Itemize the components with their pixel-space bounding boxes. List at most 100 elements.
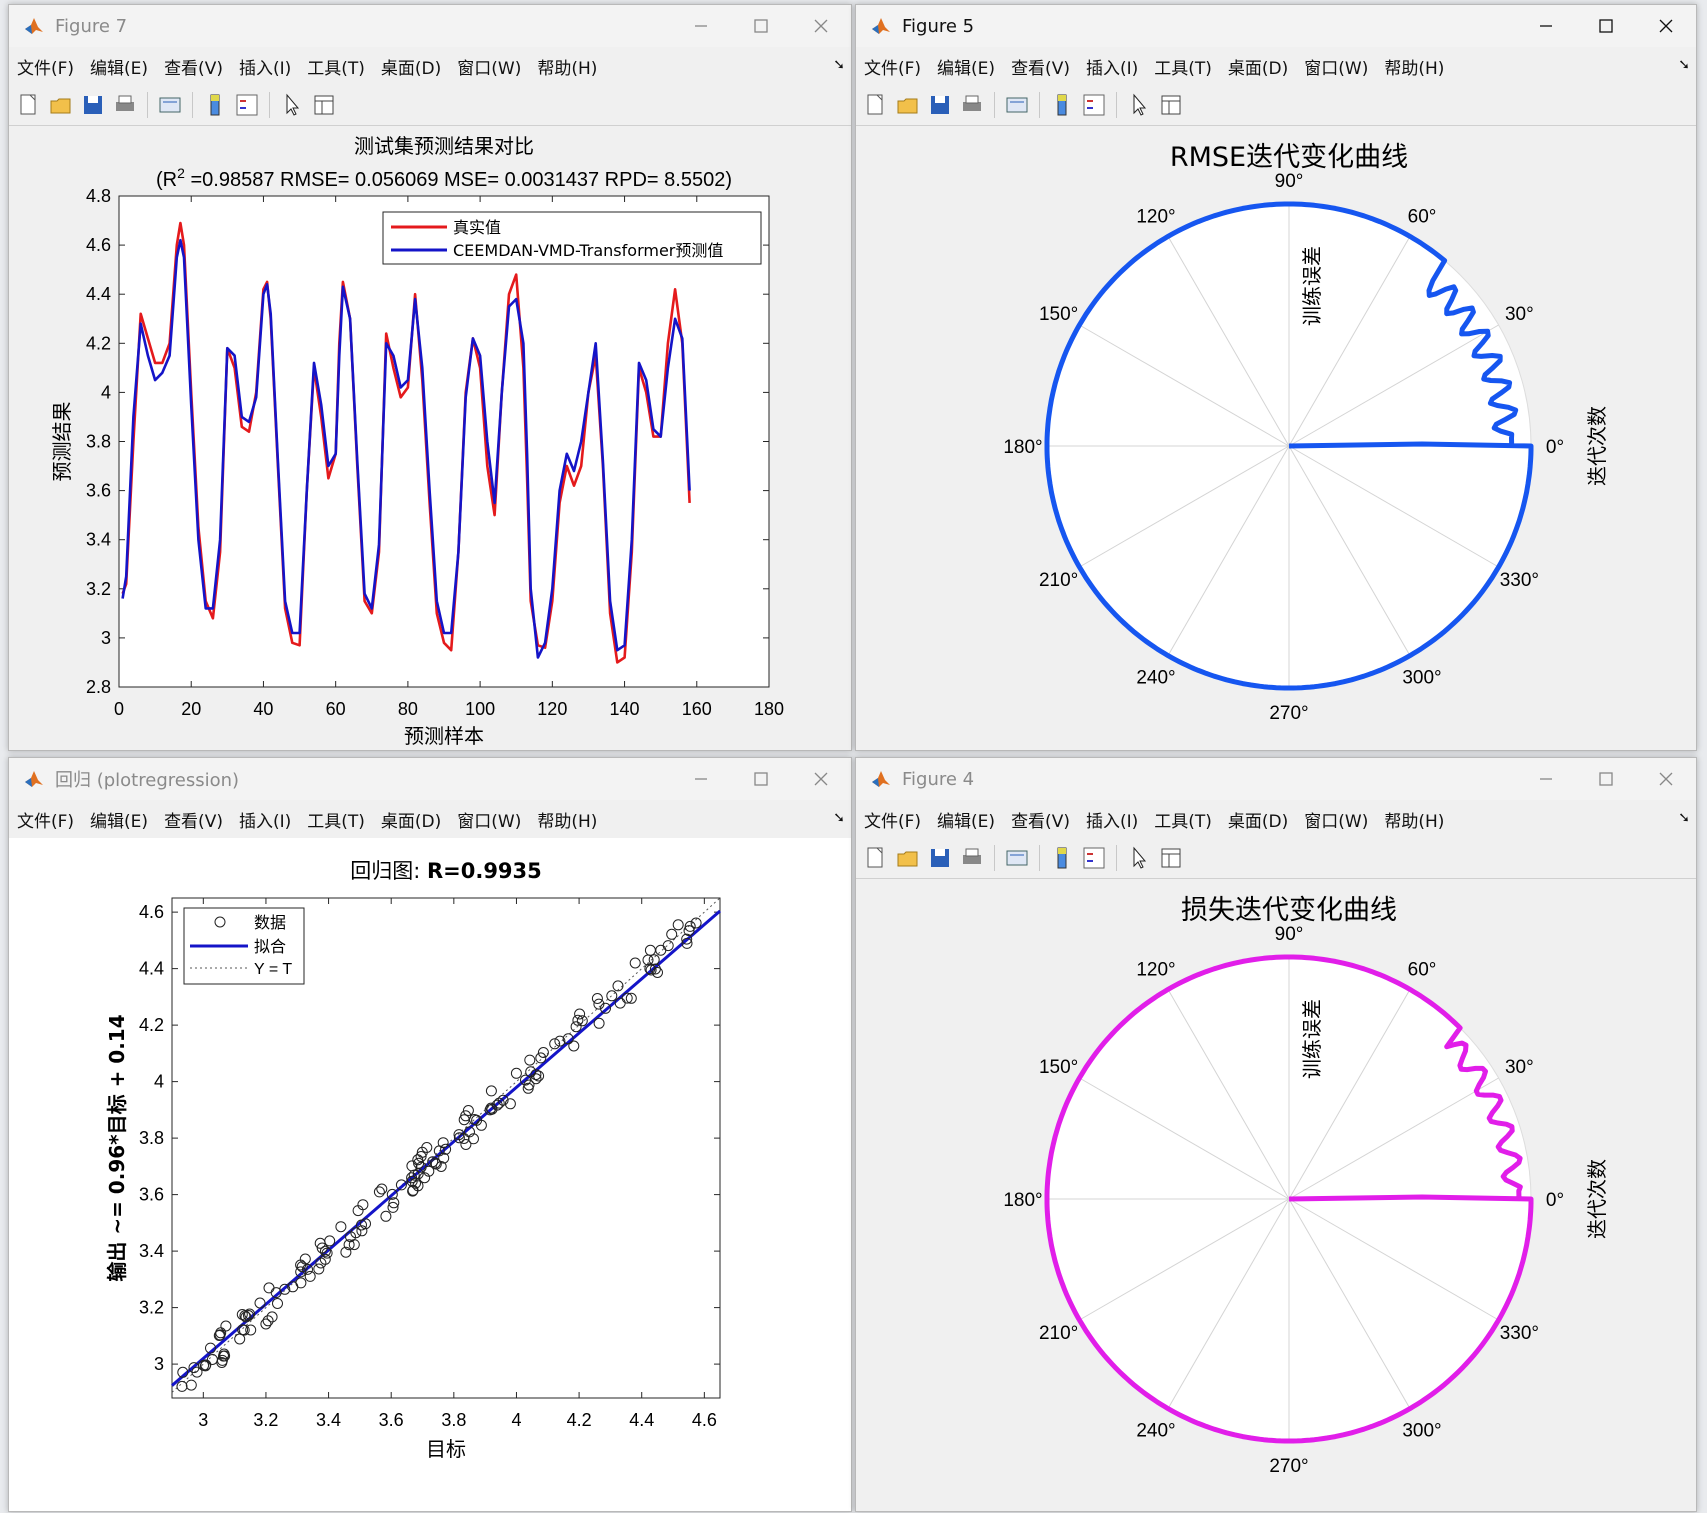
menu-tools[interactable]: 工具(T) [1154, 807, 1212, 832]
menu-help[interactable]: 帮助(H) [537, 807, 597, 832]
figure5-title: Figure 5 [902, 15, 975, 37]
x-tick-label: 4.4 [629, 1410, 654, 1430]
open-file-button[interactable] [895, 845, 921, 871]
print-button[interactable] [959, 845, 985, 871]
pointer-button[interactable] [279, 92, 305, 118]
save-button[interactable] [927, 92, 953, 118]
print-button[interactable] [112, 92, 138, 118]
angle-tick-label: 300° [1402, 1420, 1441, 1441]
menu-view[interactable]: 查看(V) [164, 807, 223, 832]
link-plot-button[interactable] [1004, 92, 1030, 118]
menu-view[interactable]: 查看(V) [1011, 807, 1070, 832]
legend-button[interactable] [1081, 845, 1107, 871]
figure7-titlebar[interactable]: Figure 7 [9, 5, 851, 47]
legend-label: CEEMDAN-VMD-Transformer预测值 [453, 241, 723, 260]
menubar-dock-icon[interactable]: ➘ [1678, 810, 1690, 826]
save-button[interactable] [927, 845, 953, 871]
print-button[interactable] [959, 92, 985, 118]
menu-window[interactable]: 窗口(W) [457, 54, 521, 79]
menu-help[interactable]: 帮助(H) [537, 54, 597, 79]
pointer-button[interactable] [1126, 845, 1152, 871]
menu-edit[interactable]: 编辑(E) [90, 807, 148, 832]
minimize-button[interactable] [671, 758, 731, 800]
close-button[interactable] [791, 5, 851, 47]
colorbar-button[interactable] [1049, 92, 1075, 118]
menu-insert[interactable]: 插入(I) [239, 807, 291, 832]
menu-edit[interactable]: 编辑(E) [937, 807, 995, 832]
menu-view[interactable]: 查看(V) [1011, 54, 1070, 79]
save-button[interactable] [80, 92, 106, 118]
maximize-button[interactable] [731, 5, 791, 47]
menu-help[interactable]: 帮助(H) [1384, 807, 1444, 832]
menu-help[interactable]: 帮助(H) [1384, 54, 1444, 79]
regression-title: 回归 (plotregression) [55, 770, 240, 791]
menu-desktop[interactable]: 桌面(D) [1228, 54, 1288, 79]
menu-view[interactable]: 查看(V) [164, 54, 223, 79]
figure5-titlebar[interactable]: Figure 5 [856, 5, 1696, 47]
new-figure-button[interactable] [16, 92, 42, 118]
menu-tools[interactable]: 工具(T) [307, 807, 365, 832]
colorbar-button[interactable] [1049, 845, 1075, 871]
menubar-dock-icon[interactable]: ➘ [833, 810, 845, 826]
close-icon [814, 19, 828, 33]
figure5-toolbar [856, 85, 1696, 126]
close-icon [1659, 772, 1673, 786]
menu-desktop[interactable]: 桌面(D) [381, 807, 441, 832]
menu-desktop[interactable]: 桌面(D) [381, 54, 441, 79]
colorbar-icon [210, 94, 220, 116]
menu-file[interactable]: 文件(F) [17, 54, 74, 79]
menu-edit[interactable]: 编辑(E) [937, 54, 995, 79]
close-button[interactable] [1636, 758, 1696, 800]
pointer-button[interactable] [1126, 92, 1152, 118]
maximize-button[interactable] [1576, 5, 1636, 47]
menubar-dock-icon[interactable]: ➘ [833, 57, 845, 73]
legend-button[interactable] [234, 92, 260, 118]
x-tick-label: 60 [326, 699, 346, 719]
menu-window[interactable]: 窗口(W) [1304, 54, 1368, 79]
property-editor-button[interactable] [1158, 845, 1184, 871]
toolbar-separator [1116, 92, 1117, 118]
menu-insert[interactable]: 插入(I) [239, 54, 291, 79]
minimize-button[interactable] [671, 5, 731, 47]
regression-menubar: 文件(F) 编辑(E) 查看(V) 插入(I) 工具(T) 桌面(D) 窗口(W… [9, 800, 851, 838]
new-figure-button[interactable] [863, 92, 889, 118]
legend-button[interactable] [1081, 92, 1107, 118]
regression-titlebar[interactable]: 回归 (plotregression) [9, 758, 851, 800]
property-editor-button[interactable] [311, 92, 337, 118]
y-tick-label: 3.6 [86, 481, 111, 501]
angle-tick-label: 330° [1500, 1323, 1539, 1344]
menu-edit[interactable]: 编辑(E) [90, 54, 148, 79]
property-editor-button[interactable] [1158, 92, 1184, 118]
legend-label: 数据 [254, 913, 286, 932]
menu-window[interactable]: 窗口(W) [1304, 807, 1368, 832]
menu-file[interactable]: 文件(F) [864, 54, 921, 79]
menu-file[interactable]: 文件(F) [864, 807, 921, 832]
menu-insert[interactable]: 插入(I) [1086, 807, 1138, 832]
minimize-button[interactable] [1516, 5, 1576, 47]
menu-desktop[interactable]: 桌面(D) [1228, 807, 1288, 832]
menubar-dock-icon[interactable]: ➘ [1678, 57, 1690, 73]
close-button[interactable] [791, 758, 851, 800]
menu-window[interactable]: 窗口(W) [457, 807, 521, 832]
minimize-button[interactable] [1516, 758, 1576, 800]
open-file-button[interactable] [895, 92, 921, 118]
new-figure-button[interactable] [863, 845, 889, 871]
menu-tools[interactable]: 工具(T) [307, 54, 365, 79]
toolbar-separator [1039, 92, 1040, 118]
x-axis-label: 预测样本 [404, 724, 484, 748]
maximize-button[interactable] [1576, 758, 1636, 800]
open-file-button[interactable] [48, 92, 74, 118]
link-plot-button[interactable] [157, 92, 183, 118]
close-button[interactable] [1636, 5, 1696, 47]
angle-tick-label: 120° [1136, 207, 1175, 228]
menu-file[interactable]: 文件(F) [17, 807, 74, 832]
chart-title: 测试集预测结果对比 [354, 134, 534, 158]
angle-tick-label: 180° [1003, 1190, 1042, 1211]
colorbar-button[interactable] [202, 92, 228, 118]
menu-insert[interactable]: 插入(I) [1086, 54, 1138, 79]
link-plot-button[interactable] [1004, 845, 1030, 871]
maximize-button[interactable] [731, 758, 791, 800]
figure4-titlebar[interactable]: Figure 4 [856, 758, 1696, 800]
menu-tools[interactable]: 工具(T) [1154, 54, 1212, 79]
link-plot-icon [159, 97, 181, 113]
